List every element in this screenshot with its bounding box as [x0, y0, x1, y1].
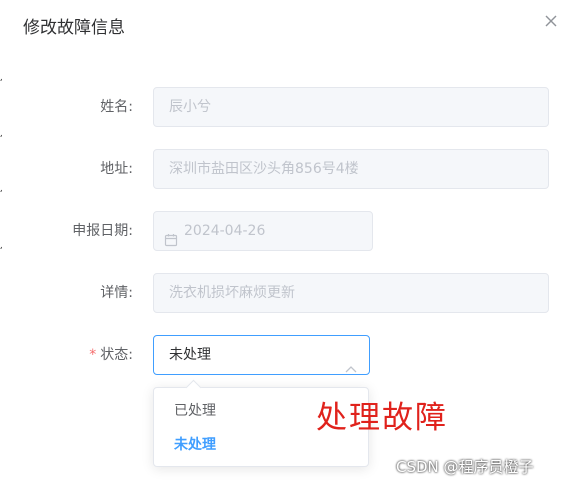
status-selected-value: 未处理	[169, 347, 211, 363]
date-input[interactable]: 2024-04-26	[153, 211, 373, 251]
status-row: * 状态: 未处理	[2, 335, 579, 375]
details-label: 详情:	[100, 285, 133, 301]
close-button[interactable]	[540, 10, 562, 32]
status-label: 状态:	[100, 347, 133, 363]
watermark: CSDN @程序员橙子	[396, 458, 534, 476]
name-label: 姓名:	[100, 99, 133, 115]
dialog-title: 修改故障信息	[23, 18, 125, 38]
date-row: 申报日期: 2024-04-26	[2, 211, 579, 251]
name-input[interactable]: 辰小兮	[153, 87, 549, 127]
status-select[interactable]: 未处理	[153, 335, 370, 375]
date-label: 申报日期:	[72, 223, 133, 239]
handwritten-annotation: 处理故障	[316, 400, 448, 436]
required-mark: *	[89, 347, 97, 363]
date-value: 2024-04-26	[184, 223, 266, 239]
address-row: 地址: 深圳市盐田区沙头角856号4楼	[2, 149, 579, 189]
address-input[interactable]: 深圳市盐田区沙头角856号4楼	[153, 149, 549, 189]
name-row: 姓名: 辰小兮	[2, 87, 579, 127]
arrow-up-icon	[345, 350, 357, 388]
status-label-wrap: * 状态:	[89, 335, 133, 375]
address-label: 地址:	[100, 161, 133, 177]
calendar-icon	[164, 224, 178, 250]
details-input[interactable]: 洗衣机损坏麻烦更新	[153, 273, 549, 313]
close-icon	[540, 10, 562, 32]
details-row: 详情: 洗衣机损坏麻烦更新	[2, 273, 579, 313]
